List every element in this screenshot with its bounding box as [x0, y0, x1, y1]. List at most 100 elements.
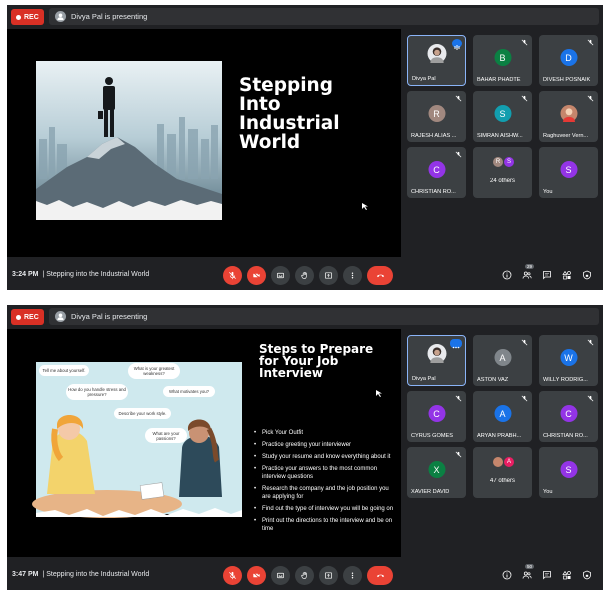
mic-toggle-button[interactable] — [223, 266, 242, 285]
slide-bullet: Study your resume and know everything ab… — [253, 453, 399, 461]
participant-avatar: A — [494, 405, 511, 422]
people-button[interactable]: 29 — [521, 264, 535, 280]
others-count: 24 others — [489, 178, 516, 184]
participant-tile-divya-pal[interactable]: Divya Pal — [407, 35, 466, 86]
present-button[interactable] — [319, 266, 338, 285]
chat-icon — [542, 270, 551, 279]
mic-off-icon — [587, 95, 594, 102]
mic-off-icon — [521, 339, 528, 346]
chat-button[interactable] — [541, 269, 552, 280]
participant-tile[interactable]: W WILLY RODRIG... — [539, 335, 598, 386]
meeting-info: 3:24 PM | Stepping into the Industrial Wo… — [12, 271, 149, 278]
more-options-icon[interactable] — [450, 339, 462, 349]
mic-off-icon — [587, 395, 594, 402]
participant-avatar: S — [504, 157, 514, 167]
raise-hand-button[interactable] — [295, 566, 314, 585]
activities-button[interactable] — [561, 269, 572, 280]
top-bar: REC Divya Pal is presenting — [7, 305, 603, 329]
chat-button[interactable] — [541, 569, 552, 580]
captions-icon — [276, 272, 285, 279]
host-controls-button[interactable] — [581, 269, 592, 280]
leave-call-button[interactable] — [367, 266, 393, 285]
activities-button[interactable] — [561, 569, 572, 580]
participant-name: ARYAN PRABH... — [477, 433, 522, 439]
slide-bullet: Practice your answers to the most common… — [253, 465, 399, 481]
mic-off-icon — [587, 39, 594, 46]
participant-photo — [427, 344, 446, 363]
camera-toggle-button[interactable] — [247, 566, 266, 585]
participant-tile[interactable]: A ASTON VAZ — [473, 335, 532, 386]
top-bar: REC Divya Pal is presenting — [7, 5, 603, 29]
camera-toggle-button[interactable] — [247, 266, 266, 285]
participant-avatar: C — [428, 405, 445, 422]
participant-avatar: A — [494, 349, 511, 366]
question-bubble: How do you handle stress and pressure? — [66, 384, 128, 400]
activities-icon — [561, 570, 571, 579]
captions-button[interactable] — [271, 566, 290, 585]
people-count-badge: 50 — [525, 564, 535, 569]
participant-tile[interactable]: C CHRISTIAN RO... — [539, 391, 598, 442]
participant-name: CHRISTIAN RO... — [411, 189, 456, 195]
participant-tile[interactable]: D DIVESH POSNAIK — [539, 35, 598, 86]
participant-avatar: D — [560, 49, 577, 66]
participant-name: You — [543, 489, 553, 495]
participant-avatar: W — [560, 349, 577, 366]
participant-name: Raghuveer Vern... — [543, 133, 589, 139]
self-tile[interactable]: S You — [539, 147, 598, 198]
mic-off-icon — [455, 451, 462, 458]
participant-tile[interactable]: Raghuveer Vern... — [539, 91, 598, 142]
mic-toggle-button[interactable] — [223, 566, 242, 585]
recording-badge: REC — [11, 309, 44, 325]
question-bubble: Tell me about yourself. — [39, 365, 89, 376]
presentation-stage: Stepping Into Industrial World — [7, 29, 401, 257]
meet-window-2: REC Divya Pal is presenting Tell me abou… — [7, 305, 603, 590]
question-bubble: Describe your work style. — [114, 408, 171, 419]
mic-off-icon — [229, 571, 236, 580]
meeting-details-button[interactable] — [501, 569, 512, 580]
participant-tile[interactable]: S SIMRAN AISHW... — [473, 91, 532, 142]
participant-name: ASTON VAZ — [477, 377, 509, 383]
participant-tile[interactable]: R RAJESH ALIAS ... — [407, 91, 466, 142]
present-button[interactable] — [319, 566, 338, 585]
host-controls-button[interactable] — [581, 569, 592, 580]
meeting-details-button[interactable] — [501, 269, 512, 280]
mic-off-icon — [521, 39, 528, 46]
participant-name: DIVESH POSNAIK — [543, 77, 591, 83]
participant-tile[interactable]: C CHRISTIAN RO... — [407, 147, 466, 198]
slide-bullet: Pick Your Outfit — [253, 429, 399, 437]
slide-bullet: Practice greeting your interviewer — [253, 441, 399, 449]
more-options-button[interactable] — [343, 266, 362, 285]
captions-button[interactable] — [271, 266, 290, 285]
chat-icon — [542, 570, 551, 579]
people-button[interactable]: 50 — [521, 564, 535, 580]
people-icon — [522, 571, 532, 579]
others-tile[interactable]: A 47 others — [473, 447, 532, 498]
more-options-button[interactable] — [343, 566, 362, 585]
participant-tile[interactable]: B BAHAR PHADTE — [473, 35, 532, 86]
others-tile[interactable]: R S 24 others — [473, 147, 532, 198]
question-bubble: What motivates you? — [163, 386, 215, 397]
presenter-bar[interactable]: Divya Pal is presenting — [49, 308, 599, 325]
question-bubble: What is your greatest weakness? — [128, 363, 180, 379]
presenter-bar[interactable]: Divya Pal is presenting — [49, 8, 599, 25]
participant-avatar: A — [504, 457, 514, 467]
hand-icon — [301, 271, 307, 279]
raise-hand-button[interactable] — [295, 266, 314, 285]
participant-name: WILLY RODRIG... — [543, 377, 588, 383]
presentation-stage: Tell me about yourself. What is your gre… — [7, 329, 401, 557]
people-count-badge: 29 — [525, 264, 535, 269]
participant-tile[interactable]: X XAVIER DAVID — [407, 447, 466, 498]
leave-call-button[interactable] — [367, 566, 393, 585]
rec-label: REC — [24, 313, 39, 321]
participant-tile-divya-pal[interactable]: Divya Pal — [407, 335, 466, 386]
mic-off-icon — [455, 95, 462, 102]
others-avatars: R S — [493, 157, 514, 167]
presenter-text: Divya Pal is presenting — [71, 312, 148, 321]
person-photo-icon — [429, 47, 444, 63]
record-dot-icon — [16, 314, 21, 320]
participant-tile[interactable]: A ARYAN PRABH... — [473, 391, 532, 442]
self-tile[interactable]: S You — [539, 447, 598, 498]
participant-name: RAJESH ALIAS ... — [411, 133, 457, 139]
participant-tile[interactable]: C CYRUS GOMES — [407, 391, 466, 442]
info-icon — [502, 270, 511, 279]
